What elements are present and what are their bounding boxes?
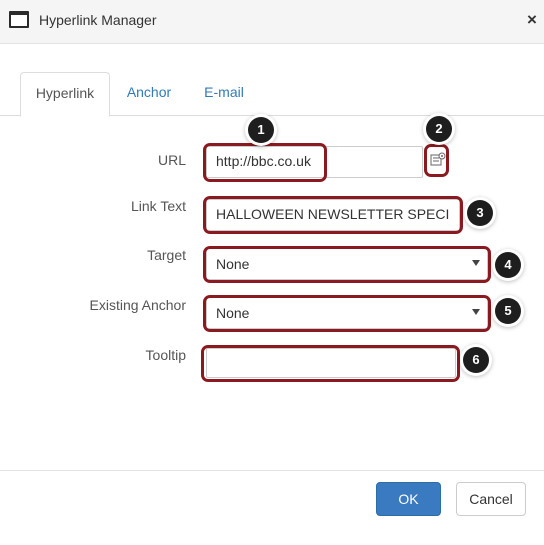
document-picker-icon[interactable]	[430, 152, 446, 166]
tooltip-field[interactable]	[206, 348, 456, 378]
link-text-label: Link Text	[131, 198, 186, 214]
callout-badge-1: 1	[248, 117, 274, 143]
chevron-down-icon	[472, 309, 480, 315]
target-value: None	[216, 256, 250, 272]
link-text-value: HALLOWEEN NEWSLETTER SPECI	[216, 206, 450, 222]
existing-anchor-value: None	[216, 305, 250, 321]
cancel-button[interactable]: Cancel	[456, 482, 526, 516]
callout-badge-2: 2	[426, 116, 452, 142]
close-icon[interactable]: ×	[522, 10, 542, 30]
callout-badge-4: 4	[495, 252, 521, 278]
target-label: Target	[147, 247, 186, 263]
tab-anchor[interactable]: Anchor	[114, 72, 184, 116]
window-title: Hyperlink Manager	[39, 12, 157, 28]
callout-badge-5: 5	[495, 298, 521, 324]
tab-email[interactable]: E-mail	[192, 72, 256, 116]
chevron-down-icon	[472, 260, 480, 266]
tooltip-label: Tooltip	[145, 347, 186, 363]
footer-divider	[0, 470, 544, 471]
existing-anchor-label: Existing Anchor	[89, 297, 187, 313]
title-bar: Hyperlink Manager ×	[0, 0, 544, 44]
url-value: http://bbc.co.uk	[216, 153, 311, 169]
callout-badge-6: 6	[463, 347, 489, 373]
callout-badge-3: 3	[467, 200, 493, 226]
ok-button[interactable]: OK	[376, 482, 441, 516]
tab-strip: Hyperlink Anchor E-mail	[0, 72, 544, 117]
window-icon	[9, 11, 29, 28]
url-label: URL	[157, 152, 186, 168]
tab-hyperlink[interactable]: Hyperlink	[20, 72, 110, 117]
